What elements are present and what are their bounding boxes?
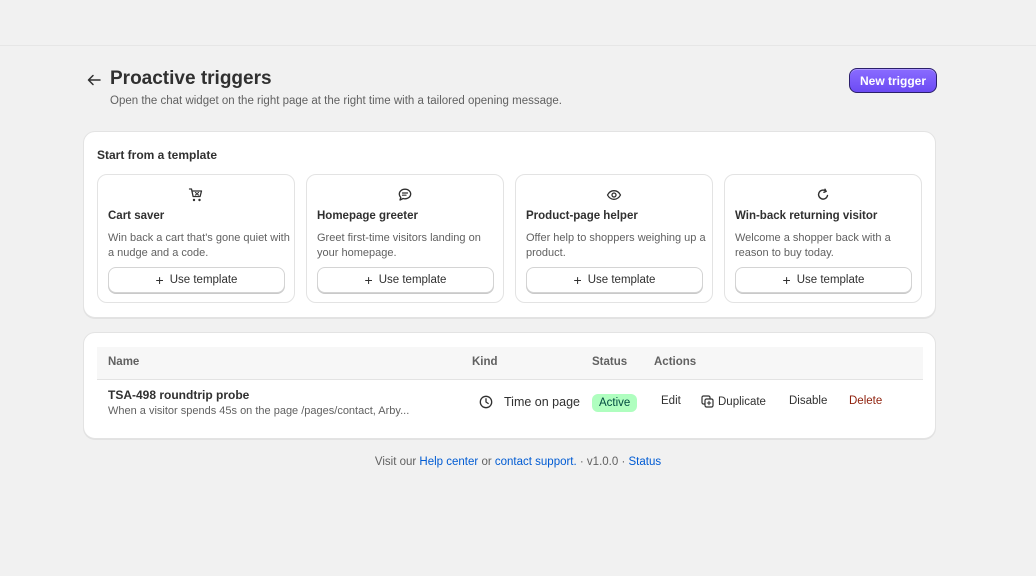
delete-button[interactable]: Delete [849, 395, 882, 407]
column-header-actions: Actions [654, 356, 697, 368]
template-name: Win-back returning visitor [735, 210, 878, 222]
clock-icon [479, 395, 493, 409]
duplicate-button[interactable]: Duplicate [701, 395, 766, 408]
trigger-kind: Time on page [479, 395, 580, 409]
use-template-label: Use template [587, 274, 656, 286]
triggers-table-card: Name Kind Status Actions TSA-498 roundtr… [83, 332, 936, 439]
footer: Visit our Help center or contact support… [0, 456, 1036, 468]
status-link[interactable]: Status [629, 456, 662, 468]
plus-icon: + [573, 272, 582, 288]
plus-icon: + [155, 272, 164, 288]
template-description: Greet first-time visitors landing on you… [317, 232, 481, 259]
templates-card: Start from a template Cart saver Win bac… [83, 131, 936, 318]
table-row: TSA-498 roundtrip probe When a visitor s… [97, 380, 923, 425]
new-trigger-button[interactable]: New trigger [848, 68, 937, 93]
use-template-button-homepage-greeter[interactable]: + Use template [317, 267, 494, 293]
use-template-label: Use template [378, 274, 447, 286]
status-badge: Active [592, 394, 638, 412]
page-subtitle: Open the chat widget on the right page a… [110, 95, 562, 107]
page-header: Proactive triggers Open the chat widget … [84, 66, 937, 110]
plus-icon: + [364, 272, 373, 288]
template-description: Offer help to shoppers weighing up a pro… [526, 232, 706, 259]
template-name: Cart saver [108, 210, 165, 222]
kind-label: Time on page [504, 395, 580, 409]
template-name: Product-page helper [526, 210, 638, 222]
edit-button[interactable]: Edit [661, 395, 681, 407]
disable-button[interactable]: Disable [789, 395, 827, 407]
chat-bubble-icon [398, 188, 412, 201]
template-card-cart-saver: Cart saver Win back a cart that's gone q… [97, 174, 295, 303]
column-header-kind: Kind [472, 356, 498, 368]
templates-heading: Start from a template [97, 148, 218, 162]
footer-version: · v1.0.0 · [579, 456, 626, 468]
cart-icon [188, 188, 203, 202]
column-header-status: Status [592, 356, 628, 368]
plus-icon: + [782, 272, 791, 288]
arrow-left-icon [87, 74, 101, 86]
help-center-link[interactable]: Help center [419, 456, 478, 468]
template-card-win-back: Win-back returning visitor Welcome a sho… [724, 174, 922, 303]
eye-icon [606, 190, 622, 200]
column-header-name: Name [108, 356, 140, 368]
use-template-label: Use template [169, 274, 238, 286]
duplicate-label: Duplicate [718, 395, 766, 408]
trigger-description: When a visitor spends 45s on the page /p… [108, 405, 410, 417]
template-description: Win back a cart that's gone quiet with a… [108, 232, 290, 259]
use-template-label: Use template [796, 274, 865, 286]
footer-prefix: Visit our [374, 456, 417, 468]
refresh-icon [817, 188, 829, 200]
page-title: Proactive triggers [110, 68, 272, 89]
back-button[interactable] [84, 70, 104, 90]
top-bar [0, 0, 1036, 46]
use-template-button-cart-saver[interactable]: + Use template [108, 267, 285, 293]
use-template-button-product-page-helper[interactable]: + Use template [526, 267, 703, 293]
template-name: Homepage greeter [317, 210, 418, 222]
use-template-button-win-back[interactable]: + Use template [735, 267, 912, 293]
template-description: Welcome a shopper back with a reason to … [735, 232, 891, 259]
contact-support-link[interactable]: contact support. [495, 456, 577, 468]
footer-or: or [481, 456, 492, 468]
table-header: Name Kind Status Actions [97, 347, 923, 380]
trigger-name: TSA-498 roundtrip probe [108, 388, 250, 402]
duplicate-icon [701, 395, 714, 408]
template-card-homepage-greeter: Homepage greeter Greet first-time visito… [306, 174, 504, 303]
template-card-product-page-helper: Product-page helper Offer help to shoppe… [515, 174, 713, 303]
